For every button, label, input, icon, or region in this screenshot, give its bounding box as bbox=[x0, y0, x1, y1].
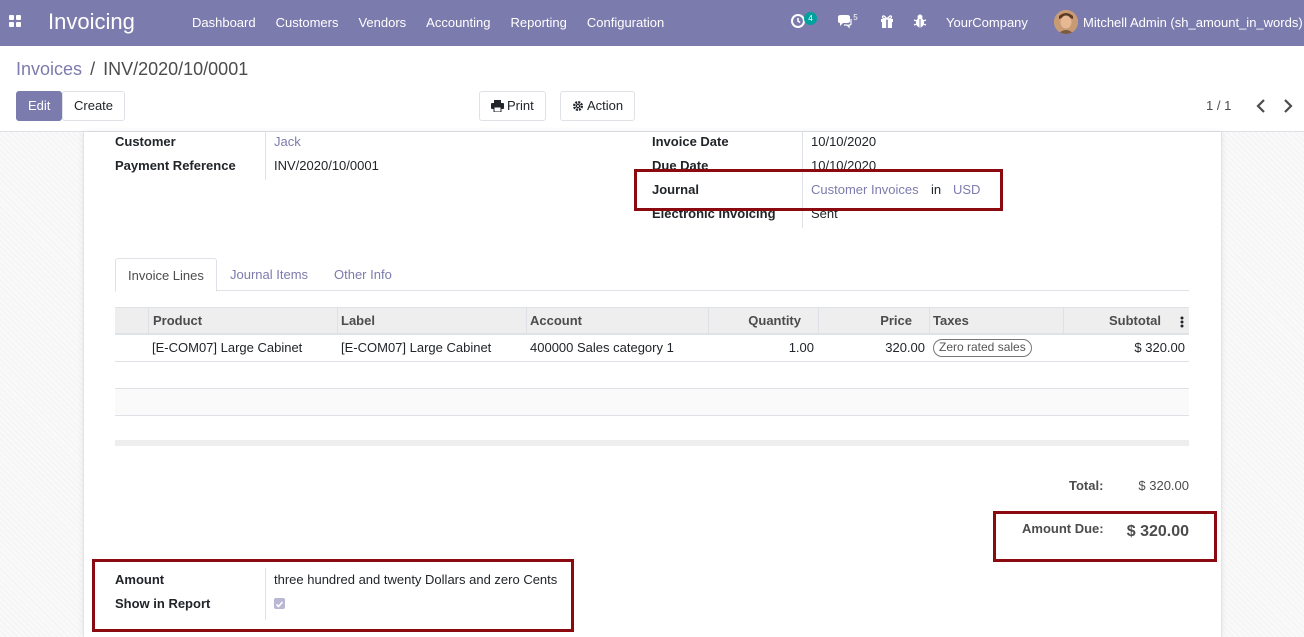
breadcrumb-invoices[interactable]: Invoices bbox=[16, 59, 82, 79]
total-label: Total: bbox=[1069, 478, 1104, 493]
top-navbar: Invoicing Dashboard Customers Vendors Ac… bbox=[0, 0, 1304, 46]
apps-menu-icon[interactable] bbox=[9, 15, 23, 29]
pager-next-icon[interactable] bbox=[1283, 99, 1293, 113]
action-button[interactable]: Action bbox=[560, 91, 636, 121]
breadcrumb: Invoices / INV/2020/10/0001 bbox=[16, 59, 248, 80]
invoice-date-value: 10/10/2020 bbox=[811, 134, 877, 149]
row-subtotal: $ 320.00 bbox=[1134, 340, 1185, 355]
column-label[interactable]: Label bbox=[341, 308, 375, 334]
main-menu: Dashboard Customers Vendors Accounting R… bbox=[182, 0, 674, 46]
due-date-value: 10/10/2020 bbox=[811, 158, 877, 173]
message-count-badge: 5 bbox=[853, 13, 858, 22]
create-button[interactable]: Create bbox=[62, 91, 126, 121]
amount-words-value: three hundred and twenty Dollars and zer… bbox=[274, 572, 558, 587]
payment-reference-value: INV/2020/10/0001 bbox=[274, 158, 379, 173]
customer-value[interactable]: Jack bbox=[274, 134, 301, 149]
gift-icon[interactable] bbox=[879, 13, 895, 29]
amount-words-label: Amount bbox=[115, 572, 165, 587]
empty-table-row bbox=[115, 389, 1189, 416]
journal-value-top[interactable]: Customer Invoices bbox=[811, 182, 919, 197]
show-in-report-checkbox[interactable] bbox=[274, 598, 285, 609]
menu-dashboard[interactable]: Dashboard bbox=[182, 0, 266, 46]
edit-button[interactable]: Edit bbox=[16, 91, 63, 121]
menu-vendors[interactable]: Vendors bbox=[348, 0, 416, 46]
due-date-label: Due Date bbox=[652, 158, 709, 173]
debug-bug-icon[interactable] bbox=[912, 13, 928, 29]
payment-reference-label: Payment Reference bbox=[115, 158, 236, 173]
invoice-lines-header: Product Label Account Quantity Price Tax… bbox=[115, 307, 1189, 335]
app-name: Invoicing bbox=[48, 9, 135, 34]
field-divider bbox=[265, 568, 266, 620]
notebook-tabs: Invoice Lines Journal Items Other Info bbox=[115, 258, 1189, 292]
menu-accounting[interactable]: Accounting bbox=[416, 0, 500, 46]
column-options-icon[interactable] bbox=[1180, 316, 1184, 328]
column-price[interactable]: Price bbox=[880, 308, 912, 334]
column-subtotal[interactable]: Subtotal bbox=[1109, 308, 1161, 334]
pager-previous-icon[interactable] bbox=[1256, 99, 1266, 113]
menu-reporting[interactable]: Reporting bbox=[501, 0, 577, 46]
currency-value-top[interactable]: USD bbox=[953, 182, 980, 197]
action-label: Action bbox=[587, 98, 624, 113]
tab-invoice-lines[interactable]: Invoice Lines bbox=[115, 258, 217, 292]
user-menu[interactable]: Mitchell Admin (sh_amount_in_words) bbox=[1083, 0, 1303, 46]
row-price: 320.00 bbox=[885, 340, 925, 355]
row-account: 400000 Sales category 1 bbox=[530, 340, 674, 355]
printer-icon bbox=[491, 100, 504, 113]
amount-due-value: $ 320.00 bbox=[1126, 523, 1189, 540]
row-quantity: 1.00 bbox=[788, 340, 814, 355]
column-quantity[interactable]: Quantity bbox=[748, 308, 801, 334]
user-avatar[interactable] bbox=[1054, 10, 1078, 34]
menu-customers[interactable]: Customers bbox=[266, 0, 349, 46]
print-label: Print bbox=[507, 98, 534, 113]
breadcrumb-separator: / bbox=[90, 59, 96, 79]
breadcrumb-current: INV/2020/10/0001 bbox=[103, 59, 249, 79]
column-taxes[interactable]: Taxes bbox=[933, 308, 969, 334]
menu-configuration[interactable]: Configuration bbox=[577, 0, 674, 46]
control-panel: Invoices / INV/2020/10/0001 Edit Create … bbox=[0, 46, 1304, 132]
customer-label: Customer bbox=[115, 134, 176, 149]
tab-other-info[interactable]: Other Info bbox=[322, 258, 404, 292]
row-product: [E-COM07] Large Cabinet bbox=[152, 340, 303, 355]
amount-due-label: Amount Due: bbox=[1022, 521, 1104, 536]
table-row[interactable]: [E-COM07] Large Cabinet [E-COM07] Large … bbox=[115, 335, 1189, 362]
field-divider bbox=[802, 172, 803, 208]
row-label: [E-COM07] Large Cabinet bbox=[341, 340, 492, 355]
tab-journal-items[interactable]: Journal Items bbox=[218, 258, 320, 292]
column-product[interactable]: Product bbox=[153, 308, 202, 334]
checkmark-icon bbox=[275, 601, 284, 608]
electronic-invoicing-label: Electronic invoicing bbox=[652, 206, 776, 221]
pager-value[interactable]: 1 / 1 bbox=[1206, 98, 1231, 113]
tax-tag: Zero rated sales bbox=[933, 339, 1032, 357]
electronic-invoicing-value: Sent bbox=[811, 206, 838, 221]
journal-label-top: Journal bbox=[652, 182, 699, 197]
print-button[interactable]: Print bbox=[479, 91, 546, 121]
column-account[interactable]: Account bbox=[530, 308, 582, 334]
journal-in-text-top: in bbox=[931, 182, 942, 197]
activity-count-badge: 4 bbox=[804, 12, 817, 25]
empty-table-row bbox=[115, 362, 1189, 389]
field-divider bbox=[265, 132, 266, 180]
table-footer bbox=[115, 440, 1189, 446]
empty-table-row bbox=[115, 416, 1189, 443]
show-in-report-label: Show in Report bbox=[115, 596, 211, 611]
total-value: $ 320.00 bbox=[1138, 478, 1189, 493]
gear-icon bbox=[573, 101, 583, 111]
company-switcher[interactable]: YourCompany bbox=[946, 0, 1028, 46]
invoice-date-label: Invoice Date bbox=[652, 134, 729, 149]
